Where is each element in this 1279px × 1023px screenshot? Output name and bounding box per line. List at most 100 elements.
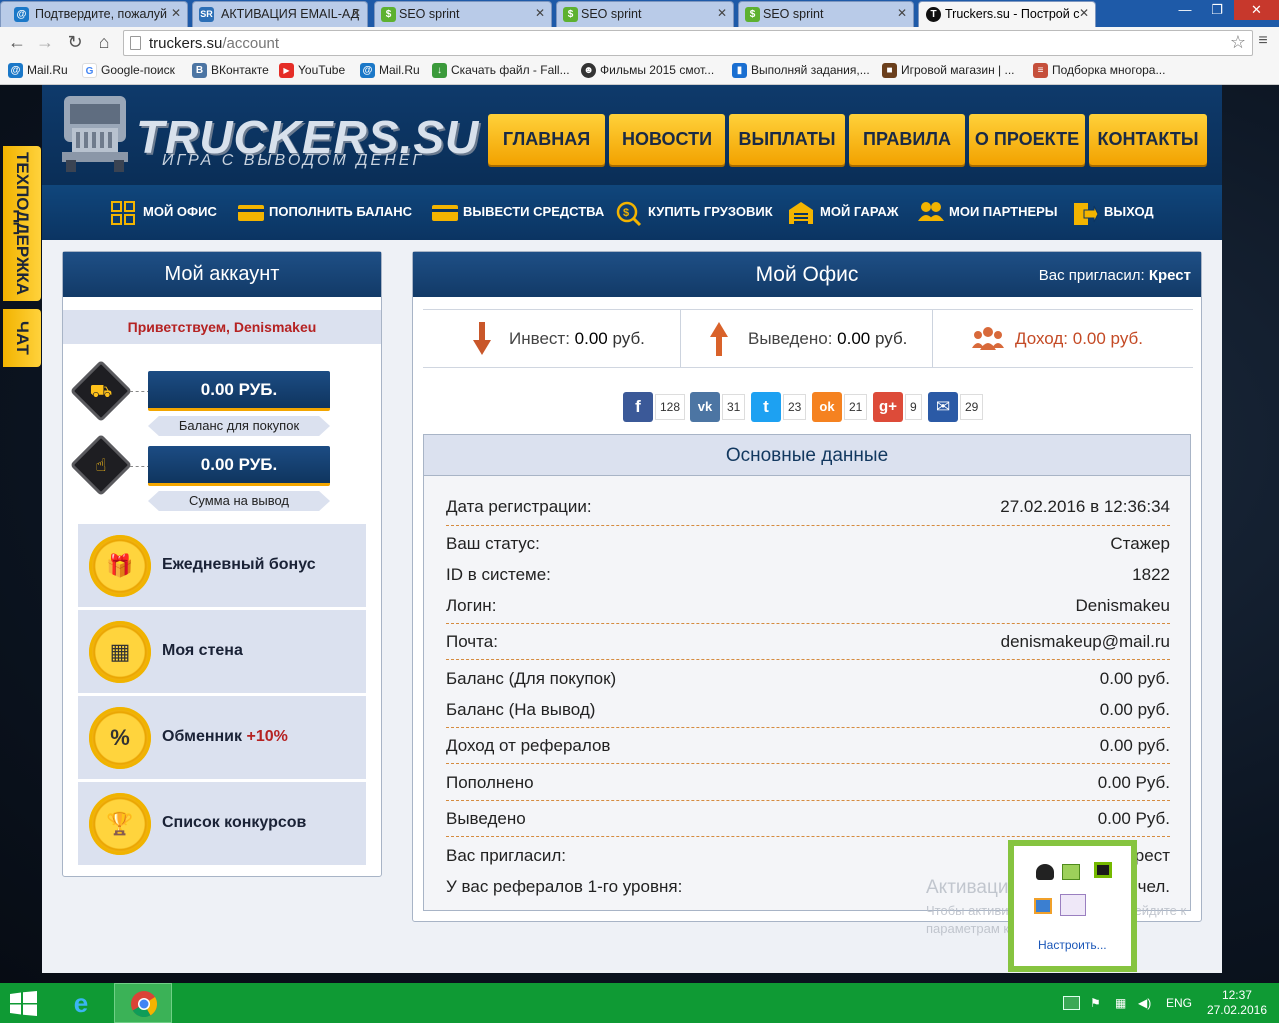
greeting: Приветствуем, Denismakeu — [63, 310, 381, 344]
office-grid-icon — [111, 201, 137, 225]
daily-bonus-item[interactable]: 🎁 Ежедневный бонус — [78, 524, 366, 607]
close-icon[interactable]: ✕ — [897, 6, 907, 20]
bookmark-star-icon[interactable]: ☆ — [1230, 32, 1246, 53]
check-tray-icon[interactable] — [1062, 864, 1080, 880]
browser-tab[interactable]: $ SEO sprint ✕ — [556, 1, 734, 27]
nav-home-button[interactable]: ГЛАВНАЯ — [488, 114, 605, 165]
menu-item-label: Моя стена — [162, 642, 243, 659]
reload-icon[interactable]: ↻ — [64, 32, 86, 53]
bookmark-item[interactable]: ■ Игровой магазин | ... — [882, 63, 1015, 78]
volume-icon[interactable]: ◀) — [1138, 996, 1151, 1010]
mailru-icon: @ — [360, 63, 375, 78]
pen-tray-icon[interactable] — [1060, 894, 1086, 916]
browser-tab[interactable]: $ SEO sprint ✕ — [374, 1, 552, 27]
main-data-title: Основные данные — [424, 435, 1190, 476]
home-icon[interactable]: ⌂ — [93, 32, 115, 53]
site-logo[interactable]: TRUCKERS.SU ИГРА С ВЫВОДОМ ДЕНЕГ — [58, 92, 478, 178]
taskbar-ie[interactable]: e — [52, 983, 110, 1023]
windows-taskbar: e ⚑ ▦ ◀) ENG 12:37 27.02.2016 — [0, 983, 1279, 1023]
bookmark-item[interactable]: @ Mail.Ru — [360, 63, 420, 78]
close-icon[interactable]: ✕ — [171, 6, 181, 20]
close-icon[interactable]: ✕ — [351, 6, 361, 20]
close-icon[interactable]: ✕ — [535, 6, 545, 20]
subnav-logout[interactable]: ВЫХОД — [1072, 203, 1154, 225]
taskbar-chrome[interactable] — [114, 983, 172, 1023]
stat-invest: Инвест: 0.00 руб. — [473, 310, 645, 367]
partners-icon — [917, 201, 944, 223]
close-icon[interactable]: ✕ — [1079, 6, 1089, 20]
facebook-icon: f — [623, 392, 653, 422]
contests-item[interactable]: 🏆 Список конкурсов — [78, 782, 366, 865]
account-panel: Мой аккаунт Приветствуем, Denismakeu ⛟ 0… — [62, 251, 382, 877]
mailru-icon: @ — [8, 63, 23, 78]
clock[interactable]: 12:37 27.02.2016 — [1207, 988, 1267, 1018]
game-store-icon: ■ — [882, 63, 897, 78]
truck-logo-icon — [62, 96, 128, 172]
bookmark-item[interactable]: G Google-поиск — [82, 63, 175, 78]
back-icon[interactable]: ← — [6, 32, 28, 53]
show-hidden-icons[interactable] — [1063, 996, 1080, 1010]
share-count: 29 — [960, 394, 984, 420]
nvidia-tray-icon[interactable] — [1094, 862, 1112, 878]
subnav-my-office[interactable]: МОЙ ОФИС — [111, 201, 217, 225]
tab-title: SEO sprint — [399, 7, 460, 21]
browser-tab-active[interactable]: T Truckers.su - Построй с ✕ — [918, 1, 1096, 27]
tab-title: АКТИВАЦИЯ EMAIL-АД — [221, 7, 360, 21]
vk-icon: B — [192, 63, 207, 78]
calendar-icon: ▦ — [89, 621, 151, 683]
browser-tab[interactable]: $ SEO sprint ✕ — [738, 1, 914, 27]
chrome-icon — [131, 991, 158, 1018]
exchanger-item[interactable]: % Обменник +10% — [78, 696, 366, 779]
subnav-garage[interactable]: МОЙ ГАРАЖ — [788, 202, 899, 224]
address-bar[interactable]: truckers.su/account ☆ — [123, 30, 1253, 56]
odnoklassniki-icon: ok — [812, 392, 842, 422]
truckers-icon: T — [926, 7, 941, 22]
nav-news-button[interactable]: НОВОСТИ — [609, 114, 725, 165]
subnav-buy-truck[interactable]: $ КУПИТЬ ГРУЗОВИК — [616, 201, 773, 227]
bookmark-item[interactable]: @ Mail.Ru — [8, 63, 68, 78]
browser-tab[interactable]: @ Подтвердите, пожалуй ✕ — [0, 1, 188, 27]
nav-payouts-button[interactable]: ВЫПЛАТЫ — [729, 114, 845, 165]
menu-icon[interactable]: ≡ — [1252, 32, 1274, 50]
subnav-topup[interactable]: ПОПОЛНИТЬ БАЛАНС — [237, 204, 412, 221]
youtube-icon: ▶ — [279, 63, 294, 78]
nav-rules-button[interactable]: ПРАВИЛА — [849, 114, 965, 165]
bookmark-item[interactable]: ↓ Скачать файл - Fall... — [432, 63, 570, 78]
box-tray-icon[interactable] — [1034, 898, 1052, 914]
subnav-partners[interactable]: МОИ ПАРТНЕРЫ — [917, 202, 1058, 221]
percent-icon: % — [89, 707, 151, 769]
account-panel-title: Мой аккаунт — [63, 252, 381, 297]
url-text: truckers.su/account — [149, 35, 280, 52]
my-wall-item[interactable]: ▦ Моя стена — [78, 610, 366, 693]
bookmark-item[interactable]: ≡ Подборка многора... — [1033, 63, 1165, 78]
balance-buy-value: 0.00 РУБ. — [148, 371, 330, 411]
internet-explorer-icon: e — [73, 988, 89, 1018]
browser-tab[interactable]: SR АКТИВАЦИЯ EMAIL-АД ✕ — [192, 1, 368, 27]
window-close-icon[interactable]: ✕ — [1234, 0, 1279, 20]
nav-about-button[interactable]: О ПРОЕКТЕ — [969, 114, 1085, 165]
arrow-up-icon — [710, 322, 728, 356]
maximize-icon[interactable]: ❐ — [1202, 0, 1232, 20]
bookmark-item[interactable]: ▶ YouTube — [279, 63, 345, 78]
language-indicator[interactable]: ENG — [1166, 996, 1192, 1010]
close-icon[interactable]: ✕ — [717, 6, 727, 20]
minimize-icon[interactable]: — — [1170, 0, 1200, 20]
support-tab[interactable]: ТЕХПОДДЕРЖКА — [3, 146, 41, 301]
arrow-down-icon — [473, 322, 491, 355]
windows-start-icon[interactable] — [10, 991, 37, 1016]
tab-title: SEO sprint — [581, 7, 642, 21]
share-count: 23 — [783, 394, 807, 420]
bookmark-item[interactable]: ☻ Фильмы 2015 смот... — [581, 63, 714, 78]
customize-link[interactable]: Настроить... — [1038, 938, 1107, 952]
bookmark-item[interactable]: B ВКонтакте — [192, 63, 269, 78]
network-icon[interactable]: ▦ — [1115, 996, 1126, 1010]
app-tray-icon[interactable] — [1036, 864, 1054, 880]
flag-icon[interactable]: ⚑ — [1090, 996, 1101, 1010]
forward-icon[interactable]: → — [34, 32, 56, 53]
page-icon — [130, 36, 141, 50]
nav-contacts-button[interactable]: КОНТАКТЫ — [1089, 114, 1207, 165]
subnav-withdraw[interactable]: ВЫВЕСТИ СРЕДСТВА — [431, 204, 604, 221]
tasks-icon: ▮ — [732, 63, 747, 78]
chat-tab[interactable]: ЧАТ — [3, 309, 41, 367]
bookmark-item[interactable]: ▮ Выполняй задания,... — [732, 63, 870, 78]
